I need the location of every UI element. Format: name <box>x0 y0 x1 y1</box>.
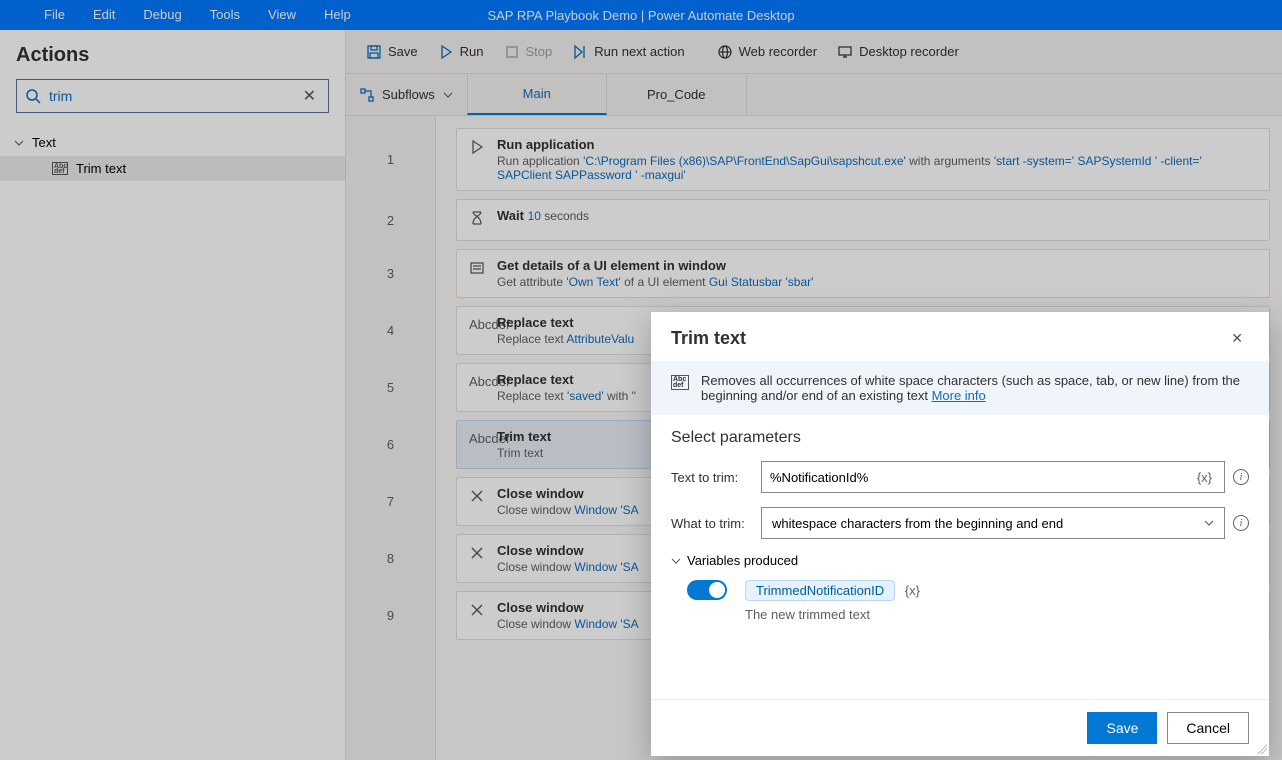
subflows-icon <box>360 88 374 102</box>
chevron-down-icon <box>671 556 681 566</box>
info-icon[interactable]: i <box>1233 515 1249 531</box>
what-to-trim-select[interactable]: whitespace characters from the beginning… <box>761 507 1225 539</box>
menu-debug[interactable]: Debug <box>129 0 195 30</box>
subflow-bar: Subflows MainPro_Code <box>346 74 1282 116</box>
cancel-button[interactable]: Cancel <box>1167 712 1249 744</box>
titlebar: FileEditDebugToolsViewHelp SAP RPA Playb… <box>0 0 1282 30</box>
close-icon[interactable]: ✕ <box>1225 326 1249 351</box>
action-trim-text[interactable]: Abcdef Trim text <box>0 156 345 181</box>
step-card[interactable]: Wait 10 seconds <box>456 199 1270 241</box>
run-button[interactable]: Run <box>430 40 492 64</box>
abc-icon: Abcdef <box>671 375 689 390</box>
step-number: 8 <box>346 530 436 587</box>
subflows-dropdown[interactable]: Subflows <box>346 74 467 115</box>
abc-icon: Abcdef <box>469 431 485 447</box>
variable-picker-icon[interactable]: {x} <box>1193 470 1216 485</box>
step-icon <box>572 44 588 60</box>
abc-icon: Abcdef <box>469 317 485 333</box>
step-title: Get details of a UI element in window <box>497 258 1257 273</box>
step-description: Get attribute 'Own Text' of a UI element… <box>497 275 1257 289</box>
variable-chip[interactable]: TrimmedNotificationID <box>745 580 895 601</box>
step-number: 9 <box>346 587 436 644</box>
stop-button[interactable]: Stop <box>496 40 561 64</box>
toolbar: Save Run Stop Run next action Web record… <box>346 30 1282 74</box>
abc-icon: Abcdef <box>469 374 485 390</box>
text-to-trim-field[interactable]: {x} <box>761 461 1225 493</box>
trim-text-dialog: Trim text ✕ Abcdef Removes all occurrenc… <box>651 312 1269 756</box>
actions-panel: Actions ✕ Text Abcdef Trim text <box>0 30 346 760</box>
play-icon <box>469 139 485 155</box>
text-to-trim-input[interactable] <box>770 470 1193 485</box>
globe-icon <box>717 44 733 60</box>
menu-tools[interactable]: Tools <box>196 0 254 30</box>
window-title: SAP RPA Playbook Demo | Power Automate D… <box>487 8 794 23</box>
variable-enabled-toggle[interactable] <box>687 580 727 600</box>
tab-pro_code[interactable]: Pro_Code <box>607 74 747 115</box>
monitor-icon <box>837 44 853 60</box>
actions-search[interactable]: ✕ <box>16 79 329 113</box>
hourglass-icon <box>469 210 485 226</box>
variables-produced-toggle[interactable]: Variables produced <box>671 553 1249 568</box>
section-select-parameters: Select parameters <box>671 429 1249 447</box>
close-icon <box>469 602 485 618</box>
step-number: 3 <box>346 245 436 302</box>
step-description: Run application 'C:\Program Files (x86)\… <box>497 154 1257 182</box>
resize-grip[interactable] <box>1255 742 1267 754</box>
chevron-down-icon <box>14 138 24 148</box>
step-number: 5 <box>346 359 436 416</box>
dialog-title: Trim text <box>671 328 746 349</box>
label-text-to-trim: Text to trim: <box>671 470 753 485</box>
search-input[interactable] <box>49 88 299 104</box>
actions-title: Actions <box>0 30 345 79</box>
variable-type-icon: {x} <box>905 583 920 598</box>
step-number: 2 <box>346 195 436 245</box>
step-card[interactable]: Run application Run application 'C:\Progr… <box>456 128 1270 191</box>
desktop-recorder-button[interactable]: Desktop recorder <box>829 40 967 64</box>
play-icon <box>438 44 454 60</box>
menu-help[interactable]: Help <box>310 0 365 30</box>
details-icon <box>469 260 485 276</box>
more-info-link[interactable]: More info <box>932 388 986 403</box>
tree-group-text[interactable]: Text <box>0 129 345 156</box>
save-button[interactable]: Save <box>358 40 426 64</box>
label-what-to-trim: What to trim: <box>671 516 753 531</box>
tab-main[interactable]: Main <box>467 74 607 115</box>
search-icon <box>25 88 41 104</box>
menu-view[interactable]: View <box>254 0 310 30</box>
save-icon <box>366 44 382 60</box>
web-recorder-button[interactable]: Web recorder <box>709 40 826 64</box>
step-title: Run application <box>497 137 1257 152</box>
clear-search-icon[interactable]: ✕ <box>299 84 320 108</box>
step-card[interactable]: Get details of a UI element in window Get… <box>456 249 1270 298</box>
info-icon[interactable]: i <box>1233 469 1249 485</box>
step-number: 7 <box>346 473 436 530</box>
run-next-button[interactable]: Run next action <box>564 40 692 64</box>
chevron-down-icon <box>1204 518 1214 528</box>
step-title: Wait <box>497 208 528 223</box>
menu-file[interactable]: File <box>30 0 79 30</box>
step-number: 4 <box>346 302 436 359</box>
variable-description: The new trimmed text <box>745 607 920 622</box>
menu-edit[interactable]: Edit <box>79 0 129 30</box>
close-icon <box>469 545 485 561</box>
step-number: 6 <box>346 416 436 473</box>
chevron-down-icon <box>443 90 453 100</box>
close-icon <box>469 488 485 504</box>
save-button[interactable]: Save <box>1087 712 1157 744</box>
stop-icon <box>504 44 520 60</box>
step-number: 1 <box>346 124 436 195</box>
abc-icon: Abcdef <box>52 162 68 175</box>
dialog-info: Abcdef Removes all occurrences of white … <box>651 361 1269 415</box>
